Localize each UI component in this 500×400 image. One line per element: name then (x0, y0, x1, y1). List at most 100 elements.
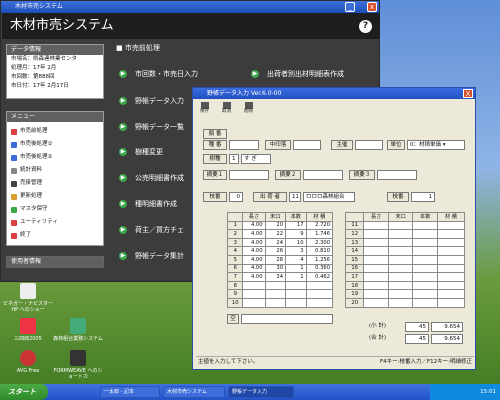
grid-cell[interactable] (436, 229, 466, 239)
grid-cell[interactable] (436, 246, 466, 256)
grid-cell[interactable] (387, 297, 414, 308)
grid-cell[interactable] (363, 229, 389, 239)
desktop-icon-navi[interactable]: ビネガー・ナビスター HP へのショー (2, 283, 54, 313)
grid-cell[interactable] (412, 246, 438, 256)
grid-cell[interactable] (363, 220, 389, 231)
grid-cell[interactable] (387, 237, 414, 248)
grid-cell[interactable] (436, 280, 466, 291)
grid-cell[interactable] (305, 289, 334, 299)
shubetsu-input[interactable] (229, 140, 259, 150)
grid-cell[interactable]: 0.462 (305, 272, 334, 282)
desktop-icon-formweave[interactable]: FORMWEAVE ヘのショートカ (52, 350, 104, 380)
grid-cell[interactable]: 1 (285, 263, 307, 274)
grid-cell[interactable] (387, 272, 414, 282)
grid-cell[interactable]: 34 (264, 272, 287, 282)
shukka-code-input[interactable]: 11 (289, 192, 301, 202)
grid-cell[interactable]: 10 (285, 237, 307, 248)
grid-cell[interactable]: 4.00 (242, 254, 266, 265)
grid-cell[interactable]: 4.00 (242, 272, 266, 282)
menu-action-button[interactable]: ▶ 野帳データ一覧 (119, 122, 184, 132)
grid-cell[interactable]: 1 (285, 272, 307, 282)
taskbar-item-mokuzai[interactable]: 木材市売システム (163, 386, 225, 398)
grid-cell[interactable]: 4.00 (242, 229, 266, 239)
grid-cell[interactable] (285, 289, 307, 299)
grid-cell[interactable] (242, 297, 266, 308)
grid-cell[interactable] (412, 272, 438, 282)
grid-cell[interactable]: 9 (285, 229, 307, 239)
grid-cell[interactable]: 1.746 (305, 229, 334, 239)
help-icon[interactable]: ? (359, 20, 372, 33)
grid-cell[interactable]: 28 (264, 254, 287, 265)
grid-cell[interactable] (436, 297, 466, 308)
grid-cell[interactable] (285, 280, 307, 291)
grid-cell[interactable]: 3 (285, 246, 307, 256)
grid-cell[interactable] (285, 297, 307, 308)
menu-item[interactable]: 市売前処理 (7, 125, 103, 138)
grid-cell[interactable]: 4 (285, 254, 307, 265)
grid-cell[interactable]: 20 (264, 220, 287, 231)
dialog-titlebar[interactable]: 野帳データ入力 Ver.6.0-00 (193, 88, 475, 99)
user-info-panel[interactable]: 使用者情報 (6, 256, 104, 268)
grid-cell[interactable] (242, 280, 266, 291)
menu-action-button[interactable]: ▶ 公売明細書作成 (119, 173, 184, 183)
grid-cell[interactable] (412, 254, 438, 265)
grid-cell[interactable] (242, 289, 266, 299)
grid-cell[interactable] (363, 263, 389, 274)
close-button[interactable]: x (367, 2, 377, 12)
menu-action-button[interactable]: ▶ 野帳データ集計 (119, 251, 184, 261)
grid-cell[interactable] (387, 289, 414, 299)
grid-cell[interactable] (387, 220, 414, 231)
start-button[interactable]: スタート (0, 384, 48, 400)
grid-cell[interactable] (412, 289, 438, 299)
grid-cell[interactable] (436, 263, 466, 274)
grid-cell[interactable]: 0.810 (305, 246, 334, 256)
grid-cell[interactable] (363, 272, 389, 282)
grid-cell[interactable] (363, 297, 389, 308)
grid-cell[interactable] (412, 297, 438, 308)
jushu-code-input[interactable]: 1 (229, 154, 239, 164)
grid-cell[interactable]: 24 (264, 237, 287, 248)
main-window-titlebar[interactable]: 木材市売システム _ x (1, 1, 379, 13)
tanni-select[interactable]: 0：材積単価 ▾ (407, 140, 465, 150)
grid-cell[interactable]: 2.720 (305, 220, 334, 231)
grid-cell[interactable] (412, 263, 438, 274)
blank-input[interactable] (241, 314, 333, 324)
grid-cell[interactable] (264, 280, 287, 291)
kagamiban-input[interactable] (293, 140, 321, 150)
grid-cell[interactable] (387, 229, 414, 239)
nushi-input[interactable] (355, 140, 383, 150)
grid-cell[interactable] (436, 220, 466, 231)
menu-action-button[interactable]: ▶ 樹種変更 (119, 147, 163, 157)
menu-item[interactable]: ユーティリティ (7, 216, 103, 229)
undo-button[interactable]: 取消 (218, 101, 235, 116)
grid-cell[interactable] (387, 254, 414, 265)
menu-item[interactable]: 更新処理 (7, 190, 103, 203)
grid-cell[interactable] (387, 246, 414, 256)
honsu-input[interactable]: 1 (411, 192, 435, 202)
menu-action-button[interactable]: ▶ 荷主／買方チェ (119, 225, 184, 235)
grid-cell[interactable] (436, 237, 466, 248)
eda-input[interactable]: 0 (229, 192, 243, 202)
taskbar-item-ichitaro[interactable]: 一太郎 - 記本 (100, 386, 160, 398)
tekiyo1-input[interactable] (229, 170, 269, 180)
menu-item[interactable]: 市売後処理① (7, 138, 103, 151)
grid-cell[interactable] (412, 237, 438, 248)
grid-cell[interactable]: 4.00 (242, 263, 266, 274)
minimize-button[interactable]: _ (345, 2, 355, 12)
grid-cell[interactable] (363, 280, 389, 291)
grid-cell[interactable] (412, 280, 438, 291)
grid-cell[interactable]: 22 (264, 229, 287, 239)
grid-cell[interactable] (363, 289, 389, 299)
grid-cell[interactable]: 4.00 (242, 246, 266, 256)
desktop-icon-sanshiro[interactable]: 三四郎2005 (2, 318, 54, 342)
grid-cell[interactable]: 30 (264, 263, 287, 274)
grid-cell[interactable] (305, 280, 334, 291)
menu-item[interactable]: マスタ保守 (7, 203, 103, 216)
grid-cell[interactable] (412, 229, 438, 239)
grid-cell[interactable] (436, 289, 466, 299)
grid-cell[interactable] (387, 263, 414, 274)
grid-cell[interactable] (436, 254, 466, 265)
menu-action-button[interactable]: ▶ 市回数・市売日入力 (119, 69, 198, 79)
grid-cell[interactable] (363, 237, 389, 248)
grid-cell[interactable]: 0.360 (305, 263, 334, 274)
